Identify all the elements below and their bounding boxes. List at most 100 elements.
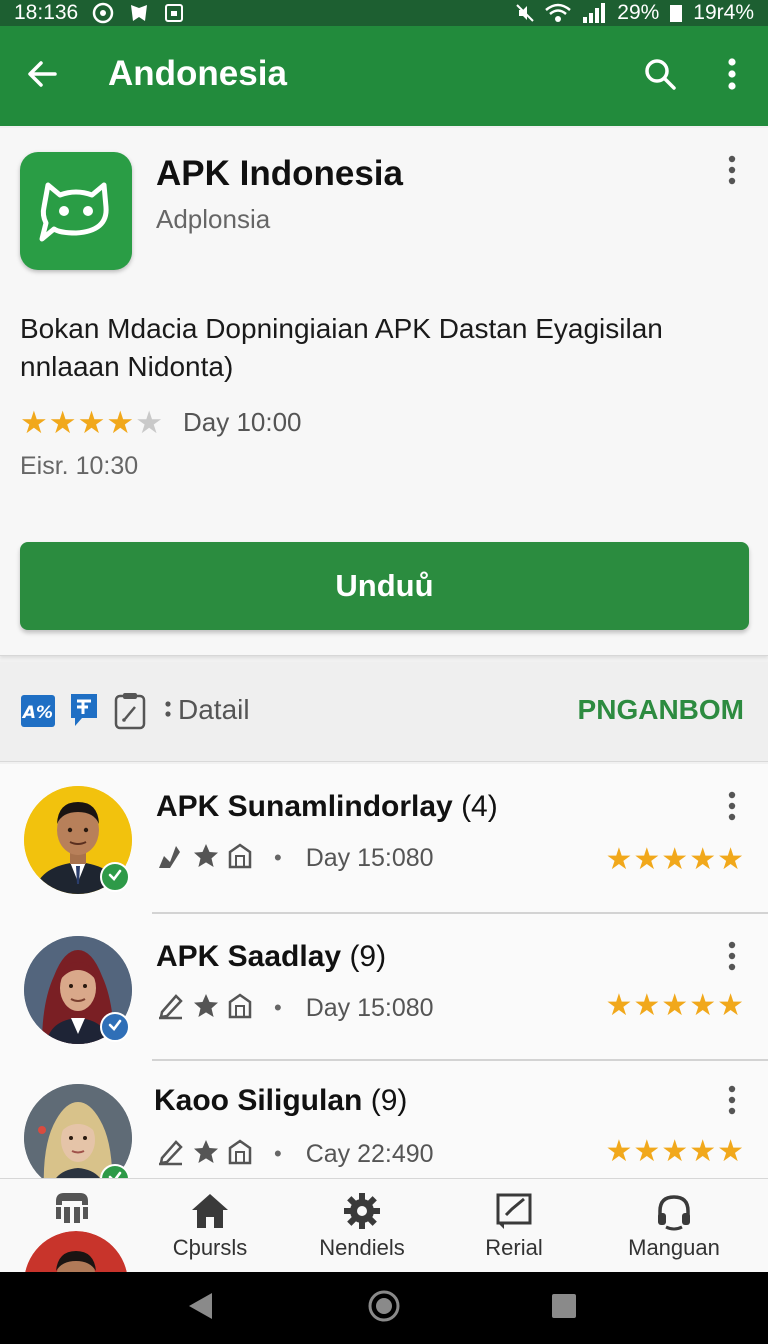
star-filled-icon: ★ (605, 989, 633, 1022)
item-title: Kaoo Siligulan (9) (154, 1084, 407, 1118)
item-rating: ★ ★ ★ ★ ★ (605, 990, 744, 1021)
star-filled-icon: ★ (20, 404, 48, 440)
overflow-menu-button[interactable] (708, 52, 756, 100)
verified-badge (100, 862, 130, 892)
system-navigation-bar (0, 1272, 768, 1344)
search-button[interactable] (636, 52, 684, 100)
app-logo-icon (52, 1185, 92, 1229)
item-count: (9) (349, 940, 387, 973)
item-menu-button[interactable] (716, 938, 748, 978)
system-back-button[interactable] (180, 1288, 220, 1328)
nav-item-support[interactable]: Manguan (614, 1179, 734, 1273)
more-vert-icon (728, 791, 736, 826)
star-filled-icon: ★ (106, 404, 135, 440)
headset-icon (654, 1189, 694, 1233)
nav-item-home[interactable]: Cþursls (160, 1179, 260, 1273)
update-info: Eisr. 10:30 (20, 452, 139, 480)
star-empty-icon: ★ (135, 404, 163, 440)
app-name: APK Indonesia (156, 154, 403, 193)
check-icon (107, 1169, 123, 1178)
search-icon (643, 57, 677, 96)
translate-icon[interactable]: A% (20, 693, 56, 729)
item-name: APK Sunamlindorlay (156, 790, 453, 823)
arrow-left-icon (25, 57, 59, 96)
nav-label: Manguan (628, 1235, 720, 1260)
edit-square-icon (494, 1189, 534, 1233)
star-filled-icon: ★ (717, 1135, 744, 1168)
list-item[interactable]: APK Sunamlindorlay (4) • Day 15:080 ★ ★ ★ ★… (0, 764, 768, 914)
app-list: APK Sunamlindorlay (4) • Day 15:080 ★ ★ ★ ★… (0, 764, 768, 1178)
bottom-navigation: Cþursls Nendiels Rerial Manguan (0, 1178, 768, 1335)
app-description: Bokan Mdacia Dopningiaian APK Dastan Eya… (20, 313, 663, 382)
verified-badge (100, 1012, 130, 1042)
check-icon (107, 1017, 123, 1038)
item-rating: ★ ★ ★ ★ ★ (605, 844, 744, 875)
check-icon (107, 867, 123, 888)
star-filled-icon: ★ (633, 843, 661, 876)
edit-icon (156, 1138, 186, 1171)
store-icon (226, 842, 254, 875)
detail-bar: A% Datail PNGANBOM (0, 662, 768, 762)
status-time: 18:136 (14, 1, 79, 24)
item-name: APK Saadlay (156, 940, 342, 973)
signal-icon (581, 3, 607, 23)
app-card: APK Indonesia Adplonsia Bokan Mdacia Dop… (0, 128, 768, 656)
item-meta: • Cay 22:490 (156, 1136, 434, 1172)
download-button[interactable]: Unduů (20, 542, 749, 630)
star-filled-icon: ★ (48, 404, 77, 440)
star-filled-icon: ★ (605, 1135, 633, 1168)
app-rating-row: ★ ★ ★ ★ ★ Day 10:00 (20, 404, 302, 440)
back-button[interactable] (18, 52, 66, 100)
edit-icon (156, 992, 186, 1025)
more-vert-icon (728, 1085, 736, 1120)
more-vert-icon (728, 155, 736, 190)
chat-list-icon[interactable] (66, 693, 102, 729)
more-vert-icon (727, 57, 737, 96)
circle-notification-icon (92, 2, 114, 24)
item-title: APK Sunamlindorlay (4) (156, 790, 498, 824)
list-item[interactable]: Kaoo Siligulan (9) • Cay 22:490 ★ ★ ★ ★ ★ (0, 1060, 768, 1178)
wifi-icon (545, 3, 572, 23)
star-filled-icon: ★ (633, 1135, 661, 1168)
item-count: (9) (370, 1084, 408, 1117)
star-filled-icon: ★ (77, 404, 106, 440)
star-filled-icon: ★ (605, 843, 633, 876)
star-filled-icon: ★ (717, 989, 744, 1022)
home-icon (190, 1189, 230, 1233)
mute-icon (515, 3, 535, 23)
cat-chat-icon (34, 167, 118, 256)
page-title: Andonesia (108, 54, 287, 93)
nav-item-review[interactable]: Rerial (470, 1179, 558, 1273)
nav-label: Nendiels (319, 1235, 405, 1260)
star-outline-icon (192, 842, 220, 875)
system-home-button[interactable] (364, 1288, 404, 1328)
star-filled-icon: ★ (689, 1135, 717, 1168)
list-item[interactable]: APK Saadlay (9) • Day 15:080 ★ ★ ★ ★ ★ (0, 914, 768, 1064)
star-filled-icon: ★ (633, 989, 661, 1022)
gear-icon (342, 1189, 382, 1233)
item-time: Cay 22:490 (305, 1139, 434, 1168)
clipboard-edit-icon[interactable] (112, 693, 148, 730)
detail-action-link[interactable]: PNGANBOM (578, 694, 744, 726)
detail-label: Datail (178, 694, 250, 725)
game-notification-icon (128, 2, 150, 24)
separator-dot: • (274, 845, 282, 870)
nav-item-settings[interactable]: Nendiels (306, 1179, 418, 1273)
item-name: Kaoo Siligulan (154, 1084, 363, 1117)
app-icon[interactable] (20, 152, 132, 270)
nav-label: Cþursls (172, 1235, 248, 1260)
item-title: APK Saadlay (9) (156, 940, 386, 974)
battery-percent: 29% (617, 1, 660, 24)
system-recents-button[interactable] (544, 1288, 584, 1328)
app-developer[interactable]: Adplonsia (156, 204, 270, 235)
separator-dot: • (274, 1141, 282, 1166)
app-bar: Andonesia (0, 26, 768, 126)
item-time: Day 15:080 (305, 843, 434, 872)
item-menu-button[interactable] (716, 788, 748, 828)
star-filled-icon: ★ (689, 989, 717, 1022)
card-menu-button[interactable] (716, 152, 748, 192)
star-outline-icon (192, 992, 220, 1025)
item-menu-button[interactable] (716, 1082, 748, 1122)
rating-stars: ★ ★ ★ ★ ★ (20, 407, 163, 438)
calendar-notification-icon (164, 3, 184, 23)
